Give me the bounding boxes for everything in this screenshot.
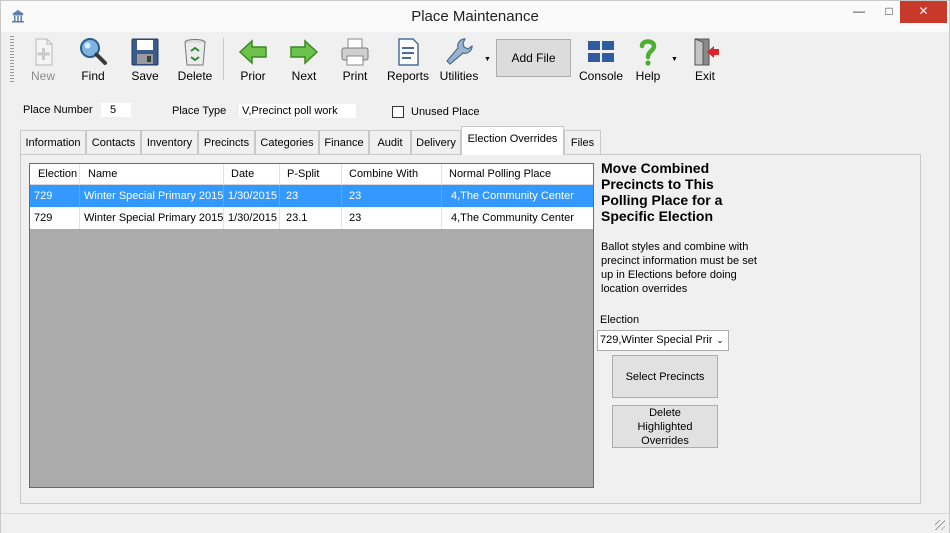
tab-contacts[interactable]: Contacts <box>86 130 141 154</box>
cell-date: 1/30/2015 <box>224 185 280 207</box>
tab-delivery[interactable]: Delivery <box>411 130 461 154</box>
tab-finance[interactable]: Finance <box>319 130 369 154</box>
utilities-button[interactable]: Utilities <box>437 34 481 84</box>
column-header-combine-with[interactable]: Combine With <box>342 164 442 185</box>
column-header-p-split[interactable]: P-Split <box>280 164 342 185</box>
save-button-label: Save <box>131 69 159 83</box>
toolbar: New Find Save Delete Prior Next Print Re… <box>10 32 940 86</box>
cell-normal-polling-place: 4,The Community Center <box>451 212 574 224</box>
table-row[interactable]: 729 Winter Special Primary 2015 1/30/201… <box>30 207 593 229</box>
cell-p-split: 23 <box>280 185 342 207</box>
window-title: Place Maintenance <box>411 8 539 25</box>
place-type-field[interactable]: V,Precinct poll work <box>239 104 356 118</box>
election-select[interactable]: 729,Winter Special Prir ⌄ <box>597 330 729 351</box>
console-windows-icon <box>588 41 614 62</box>
overrides-heading: Move Combined Precincts to This Polling … <box>601 160 723 224</box>
print-button[interactable]: Print <box>335 34 375 84</box>
election-select-value: 729,Winter Special Prir <box>600 334 713 346</box>
cell-name: Winter Special Primary 2015 <box>80 185 224 207</box>
place-number-label: Place Number <box>23 104 93 116</box>
title-bar[interactable]: Place Maintenance — □ ✕ <box>1 1 949 32</box>
chevron-down-icon: ⌄ <box>712 331 728 350</box>
arrow-right-icon <box>290 39 319 65</box>
election-overrides-panel: Election Name Date P-Split Combine With … <box>20 154 921 504</box>
overrides-grid[interactable]: Election Name Date P-Split Combine With … <box>29 163 594 488</box>
utilities-dropdown-arrow[interactable]: ▼ <box>484 56 491 63</box>
grid-header: Election Name Date P-Split Combine With … <box>30 164 593 185</box>
tab-files[interactable]: Files <box>564 130 601 154</box>
tab-categories[interactable]: Categories <box>255 130 319 154</box>
cell-combine-with: 23 <box>342 185 442 207</box>
cell-election: 729 <box>30 185 80 207</box>
delete-highlighted-overrides-button[interactable]: Delete Highlighted Overrides <box>612 405 718 448</box>
cell-election: 729 <box>30 207 80 229</box>
new-document-icon <box>35 38 53 66</box>
recycle-bin-icon <box>184 39 206 66</box>
help-button-label: Help <box>635 69 661 83</box>
help-dropdown-arrow[interactable]: ▼ <box>671 56 678 63</box>
cell-name: Winter Special Primary 2015 <box>80 207 224 229</box>
report-document-icon <box>398 38 419 66</box>
close-button[interactable]: ✕ <box>900 1 947 23</box>
wrench-icon <box>446 38 473 65</box>
cell-date: 1/30/2015 <box>224 207 280 229</box>
console-button-label: Console <box>578 69 624 83</box>
tab-election-overrides[interactable]: Election Overrides <box>461 126 564 155</box>
cell-combine-with: 23 <box>342 207 442 229</box>
reports-button[interactable]: Reports <box>385 34 431 84</box>
tab-audit[interactable]: Audit <box>369 130 411 154</box>
tab-precincts[interactable]: Precincts <box>198 130 255 154</box>
prior-button-label: Prior <box>240 69 266 83</box>
place-number-field[interactable]: 5 <box>101 103 131 117</box>
exit-button-label: Exit <box>694 69 715 83</box>
cell-normal-polling-place: 4,The Community Center <box>451 190 574 202</box>
resize-grip[interactable] <box>935 520 945 530</box>
save-button[interactable]: Save <box>125 34 165 84</box>
utilities-button-label: Utilities <box>439 69 479 83</box>
toolbar-separator <box>223 38 224 80</box>
tab-information[interactable]: Information <box>20 130 86 154</box>
print-button-label: Print <box>342 69 368 83</box>
printer-icon <box>341 38 369 66</box>
column-header-normal-polling-place[interactable]: Normal Polling Place <box>442 164 593 185</box>
table-row[interactable]: 729 Winter Special Primary 2015 1/30/201… <box>30 185 593 207</box>
column-header-name[interactable]: Name <box>80 164 224 185</box>
console-button[interactable]: Console <box>576 34 626 84</box>
unused-place-label: Unused Place <box>411 106 480 118</box>
reports-button-label: Reports <box>386 69 430 83</box>
help-button[interactable]: Help <box>628 34 668 84</box>
delete-button-label: Delete <box>177 69 213 83</box>
find-button-label: Find <box>81 69 105 83</box>
unused-place-checkbox[interactable] <box>392 106 404 118</box>
toolbar-grip[interactable] <box>10 36 14 82</box>
next-button-label: Next <box>291 69 317 83</box>
find-button[interactable]: Find <box>73 34 113 84</box>
prior-button[interactable]: Prior <box>233 34 273 84</box>
tab-inventory[interactable]: Inventory <box>141 130 198 154</box>
select-precincts-button[interactable]: Select Precincts <box>612 355 718 398</box>
floppy-disk-icon <box>131 38 159 66</box>
delete-button[interactable]: Delete <box>174 34 216 84</box>
overrides-note: Ballot styles and combine with precinct … <box>601 241 757 295</box>
question-mark-icon <box>639 39 657 66</box>
add-file-button[interactable]: Add File <box>496 39 571 77</box>
new-button[interactable]: New <box>24 34 62 84</box>
new-button-label: New <box>30 69 55 83</box>
exit-door-icon <box>694 38 719 66</box>
status-bar <box>1 513 949 533</box>
minimize-button[interactable]: — <box>844 1 874 23</box>
cell-p-split: 23.1 <box>280 207 342 229</box>
next-button[interactable]: Next <box>284 34 324 84</box>
arrow-left-icon <box>238 39 267 65</box>
magnifier-icon <box>80 38 107 65</box>
place-maintenance-window: Place Maintenance — □ ✕ New Find Save De… <box>0 0 950 533</box>
place-type-label: Place Type <box>172 105 227 117</box>
election-select-label: Election <box>600 314 640 326</box>
column-header-election[interactable]: Election <box>30 164 80 185</box>
column-header-date[interactable]: Date <box>224 164 280 185</box>
exit-button[interactable]: Exit <box>685 34 725 84</box>
